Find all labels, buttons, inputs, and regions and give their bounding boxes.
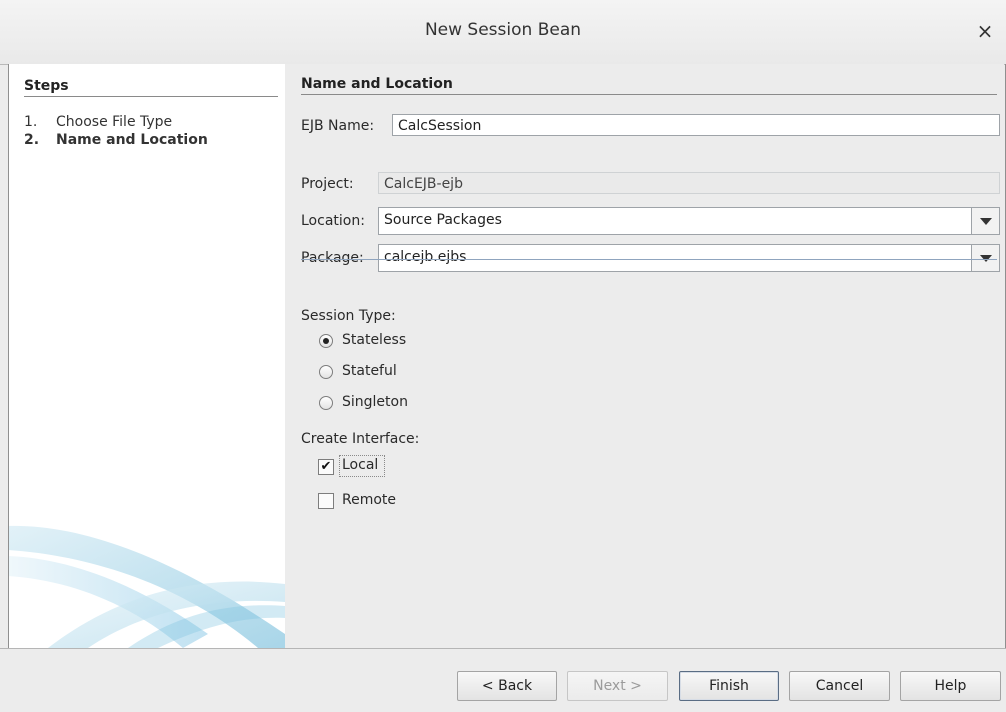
ejb-name-label: EJB Name: (301, 118, 375, 134)
project-field: CalcEJB-ejb (378, 172, 1000, 194)
session-type-label: Session Type: (301, 308, 396, 324)
local-checkbox[interactable]: ✔ (318, 459, 334, 475)
section-title: Name and Location (301, 76, 453, 92)
singleton-label[interactable]: Singleton (342, 394, 408, 410)
stateful-radio[interactable] (319, 365, 333, 379)
local-label[interactable]: Local (342, 457, 378, 473)
package-combobox[interactable]: calcejb.ejbs (378, 244, 1000, 272)
create-interface-label: Create Interface: (301, 431, 420, 447)
next-button[interactable]: Next > (567, 671, 668, 701)
cancel-button[interactable]: Cancel (789, 671, 890, 701)
location-value: Source Packages (384, 212, 502, 228)
package-label: Package: (301, 250, 364, 266)
stateless-label[interactable]: Stateless (342, 332, 406, 348)
location-dropdown[interactable]: Source Packages (378, 207, 1000, 235)
ejb-name-field[interactable]: CalcSession (392, 114, 1000, 136)
back-button[interactable]: < Back (457, 671, 557, 701)
name-and-location-panel: Name and Location EJB Name: CalcSession … (285, 64, 1004, 648)
help-button[interactable]: Help (900, 671, 1001, 701)
chevron-down-icon[interactable] (971, 245, 999, 271)
button-bar: < Back Next > Finish Cancel Help (0, 648, 1006, 712)
title-bar: New Session Bean × (0, 0, 1006, 65)
chevron-down-icon[interactable] (971, 208, 999, 234)
location-label: Location: (301, 213, 365, 229)
singleton-radio[interactable] (319, 396, 333, 410)
stateful-label[interactable]: Stateful (342, 363, 397, 379)
package-value: calcejb.ejbs (384, 249, 467, 265)
project-label: Project: (301, 176, 354, 192)
close-icon[interactable]: × (974, 20, 996, 42)
remote-checkbox[interactable] (318, 493, 334, 509)
window-title: New Session Bean (424, 20, 582, 40)
remote-label[interactable]: Remote (342, 492, 396, 508)
finish-button[interactable]: Finish (679, 671, 779, 701)
section-divider (301, 94, 997, 95)
separator (301, 259, 997, 260)
stateless-radio[interactable] (319, 334, 333, 348)
